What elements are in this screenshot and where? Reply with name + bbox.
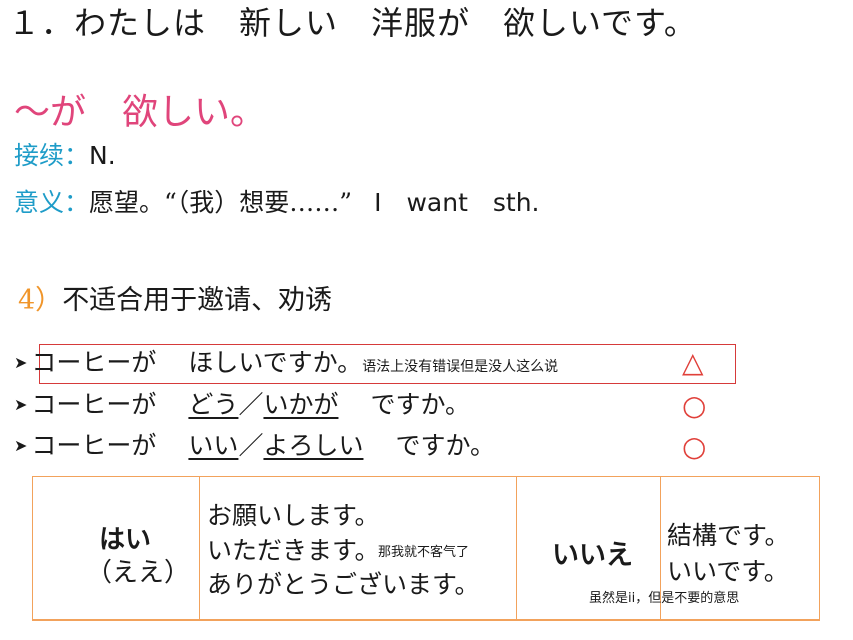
subpoint: 4）不适合用于邀请、劝诱 bbox=[18, 284, 332, 318]
subpoint-text: 不适合用于邀请、劝诱 bbox=[62, 285, 333, 316]
no-reply: いいです。 bbox=[667, 557, 789, 586]
connection-row: 接续：N. bbox=[14, 140, 116, 175]
example-subject: コーヒーが bbox=[31, 348, 157, 377]
example-row: ➤ コーヒーが ほしいですか。语法上没有错误但是没人这么说 bbox=[14, 346, 558, 384]
grammar-pattern: ～が 欲しい。 bbox=[14, 92, 267, 133]
no-reply: 結構です。 bbox=[667, 521, 790, 550]
example-ending: ですか。 bbox=[395, 431, 495, 460]
table-divider bbox=[199, 477, 200, 619]
example-separator: ／ bbox=[238, 390, 264, 419]
lesson-title: １．わたしは 新しい 洋服が 欲しいです。 bbox=[8, 4, 697, 42]
example-option: いかが bbox=[263, 390, 339, 419]
meaning-english: I want sth. bbox=[374, 188, 540, 217]
example-subject: コーヒーが bbox=[31, 431, 157, 460]
yes-alt-label: （ええ） bbox=[86, 558, 191, 588]
example-phrase: ほしいですか。 bbox=[188, 348, 363, 377]
meaning-value: 愿望。“（我）想要……” bbox=[89, 188, 353, 217]
example-separator: ／ bbox=[238, 431, 264, 460]
no-note: 虽然是ii，但是不要的意思 bbox=[589, 591, 740, 606]
circle-icon: ○ bbox=[682, 430, 707, 463]
example-subject: コーヒーが bbox=[31, 390, 157, 419]
bullet-icon: ➤ bbox=[14, 436, 28, 455]
example-option: いい bbox=[188, 431, 239, 460]
yes-reply: お願いします。 bbox=[207, 501, 380, 530]
bullet-icon: ➤ bbox=[14, 395, 28, 414]
example-option: どう bbox=[188, 390, 239, 419]
yes-reply: ありがとうございます。 bbox=[207, 570, 480, 599]
triangle-icon: △ bbox=[682, 346, 704, 379]
example-note: 语法上没有错误但是没人这么说 bbox=[362, 359, 559, 375]
circle-icon: ○ bbox=[682, 389, 707, 422]
meaning-label: 意义： bbox=[14, 188, 90, 217]
example-row: ➤ コーヒーが いい／よろしい ですか。 bbox=[14, 429, 495, 466]
connection-value: N. bbox=[89, 141, 116, 170]
example-row: ➤ コーヒーが どう／いかが ですか。 bbox=[14, 388, 470, 425]
yes-label: はい bbox=[99, 525, 152, 555]
bullet-icon: ➤ bbox=[14, 353, 28, 372]
yes-note: 那我就不客气了 bbox=[378, 545, 470, 560]
yes-reply: いただきます。 bbox=[207, 536, 380, 565]
example-option: よろしい bbox=[263, 431, 364, 460]
meaning-row: 意义：愿望。“（我）想要……” I want sth. bbox=[14, 187, 539, 222]
table-divider bbox=[516, 477, 517, 619]
subpoint-number: 4） bbox=[18, 285, 63, 316]
example-ending: ですか。 bbox=[370, 390, 470, 419]
no-label: いいえ bbox=[552, 540, 633, 571]
connection-label: 接续： bbox=[14, 141, 90, 170]
